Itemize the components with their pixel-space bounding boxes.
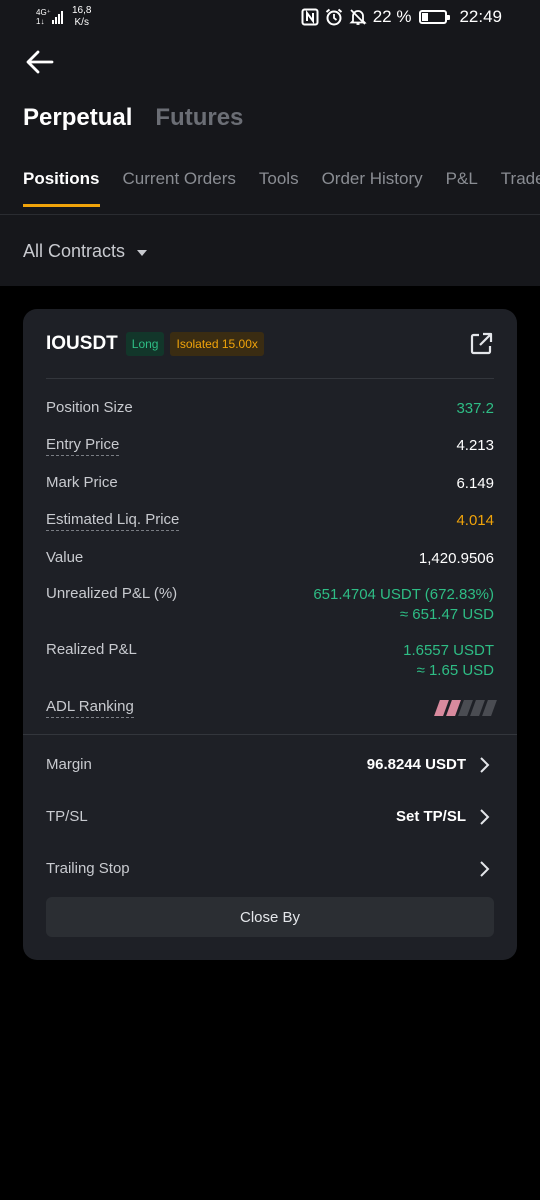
battery-percent: 22 % [372,7,412,26]
realized-pnl-usdt: 1.6557 USDT [403,642,494,659]
mark-price-label: Mark Price [46,474,118,491]
tpsl-label: TP/SL [46,808,88,825]
position-symbol[interactable]: IOUSDT [46,333,118,355]
liq-price-value: 4.014 [456,512,494,529]
share-external-icon[interactable] [468,331,494,357]
tpsl-row[interactable]: TP/SL Set TP/SL [46,808,494,830]
close-by-button[interactable]: Close By [46,897,494,937]
liq-price-label[interactable]: Estimated Liq. Price [46,511,180,531]
tab-current-orders[interactable]: Current Orders [123,169,236,207]
adl-ranking-indicator [434,700,497,716]
margin-mode-badge[interactable]: Isolated 15.00x [170,332,264,356]
speed-value: 16,8 [72,5,92,16]
unrealized-pnl-label: Unrealized P&L (%) [46,585,178,602]
realized-pnl-value: 1.6557 USDT ≈ 1.65 USD [403,641,494,681]
tab-futures[interactable]: Futures [155,104,243,132]
tab-order-history[interactable]: Order History [322,169,423,207]
chevron-right-icon [480,757,490,773]
divider [23,734,517,735]
trailing-stop-row[interactable]: Trailing Stop [46,860,494,882]
back-arrow-icon[interactable] [24,48,56,76]
side-badge: Long [125,332,165,356]
unrealized-pnl-value: 651.4704 USDT (672.83%) ≈ 651.47 USD [313,585,494,625]
clock: 22:49 [459,7,502,26]
margin-label: Margin [46,756,92,773]
network-type: 4G⁺ [36,8,51,17]
tab-tools[interactable]: Tools [259,169,299,207]
contracts-filter[interactable]: All Contracts [23,241,148,262]
unrealized-pnl-usd: ≈ 651.47 USD [399,606,494,623]
tab-perpetual[interactable]: Perpetual [23,104,132,132]
status-right: 22 % 22:49 [301,7,502,27]
battery-icon [419,10,451,24]
caret-down-icon [137,249,148,256]
margin-row[interactable]: Margin 96.8244 USDT [46,756,494,778]
realized-pnl-label: Realized P&L [46,641,137,658]
product-switcher: Perpetual Futures [23,104,243,132]
divider [46,378,494,379]
adl-bar [482,700,497,716]
margin-value: 96.8244 USDT [366,756,466,773]
nfc-icon [301,8,319,26]
speed-unit: K/s [74,17,89,28]
tabs-divider [0,214,540,215]
contracts-filter-label: All Contracts [23,241,126,261]
network-indicator: 4G⁺ 1↓ [36,8,51,26]
header-panel: 4G⁺ 1↓ 16,8 K/s 22 % 22:49 Perpetual Fut… [0,0,540,286]
chevron-right-icon [480,809,490,825]
set-tpsl-link[interactable]: Set TP/SL [396,808,466,825]
position-header: IOUSDT Long Isolated 15.00x [46,331,494,357]
tab-trade[interactable]: Trade [501,169,540,207]
entry-price-label[interactable]: Entry Price [46,436,120,456]
network-speed: 16,8 K/s [72,5,91,29]
entry-price-value: 4.213 [456,437,494,454]
trailing-stop-label: Trailing Stop [46,860,130,877]
chevron-right-icon [480,861,490,877]
position-size-value: 337.2 [456,400,494,417]
value-label: Value [46,549,84,566]
realized-pnl-usd: ≈ 1.65 USD [416,662,494,679]
tab-positions[interactable]: Positions [23,169,100,207]
alarm-icon [325,8,342,26]
network-sub: 1↓ [36,17,45,26]
mark-price-value: 6.149 [456,475,494,492]
tab-pnl[interactable]: P&L [446,169,478,207]
position-card: IOUSDT Long Isolated 15.00x Position Siz… [23,309,517,960]
mute-icon [349,9,367,25]
status-bar: 4G⁺ 1↓ 16,8 K/s 22 % 22:49 [0,0,540,36]
unrealized-pnl-usdt: 651.4704 USDT (672.83%) [313,586,494,603]
value-value: 1,420.9506 [418,550,494,567]
adl-ranking-label[interactable]: ADL Ranking [46,698,134,718]
section-tabs: Positions Current Orders Tools Order His… [23,169,540,207]
signal-icon [52,10,63,24]
position-size-label: Position Size [46,399,133,416]
